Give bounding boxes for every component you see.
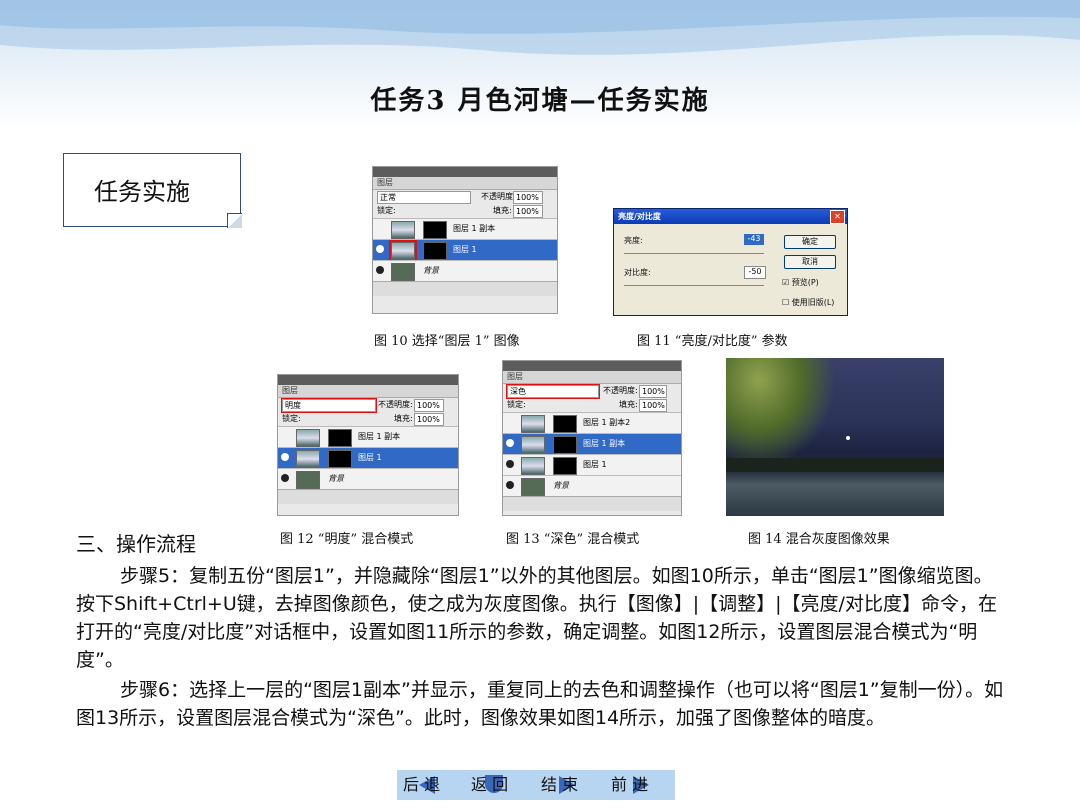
layer-row-background[interactable]: 背景 (278, 468, 458, 489)
layer-row-layer1[interactable]: 图层 1 (278, 447, 458, 468)
end-button[interactable]: 结 束 (541, 770, 578, 800)
layers-panel-fig13: 图层 深色 不透明度: 100% 锁定: 填充: 100% 图层 1 副本2 图… (502, 360, 682, 516)
navigation-bar: 后 退 返 回 结 束 前 进 (397, 770, 675, 800)
brightness-contrast-dialog: 亮度/对比度 ✕ 亮度: -43 对比度: -50 确定 取消 ☑ 预览(P) ☐… (613, 208, 848, 316)
fig14-caption: 图 14 混合灰度图像效果 (748, 532, 890, 547)
ok-button[interactable]: 确定 (784, 235, 836, 249)
preview-checkbox[interactable]: ☑ 预览(P) (782, 277, 819, 288)
layer-row-layer1[interactable]: 图层 1 (373, 239, 557, 262)
brightness-field[interactable]: -43 (744, 234, 764, 245)
layer-row-copy2[interactable]: 图层 1 副本2 (503, 412, 681, 433)
layer-row-copy[interactable]: 图层 1 副本 (278, 426, 458, 447)
close-icon[interactable]: ✕ (830, 210, 845, 224)
layers-panel-fig12: 图层 明度 不透明度: 100% 锁定: 填充: 100% 图层 1 副本 图层… (277, 374, 459, 516)
fill-label: 填充: (493, 206, 512, 215)
moonlit-pond-photo (726, 358, 944, 516)
moon-icon (846, 436, 850, 440)
fig12-caption: 图 12 “明度” 混合模式 (280, 532, 414, 547)
fig13-caption: 图 13 “深色” 混合模式 (506, 532, 640, 547)
contrast-label: 对比度: (624, 268, 651, 277)
fill-field[interactable]: 100% (513, 205, 543, 218)
fig11-caption: 图 11 “亮度/对比度” 参数 (637, 334, 788, 349)
panel-tab: 图层 (373, 177, 557, 190)
paragraph-step6: 步骤6：选择上一层的“图层1副本”并显示，重复同上的去色和调整操作（也可以将“图… (76, 679, 1004, 729)
lock-label: 锁定: (377, 206, 396, 215)
contrast-field[interactable]: -50 (744, 266, 766, 279)
task-callout-box: 任务实施 (63, 153, 242, 228)
blend-mode-select[interactable]: 深色 (506, 384, 600, 399)
brightness-label: 亮度: (624, 236, 643, 245)
cancel-button[interactable]: 取消 (784, 255, 836, 269)
layer-row-copy[interactable]: 图层 1 副本 (373, 218, 557, 239)
contrast-slider[interactable] (624, 285, 764, 286)
back-button[interactable]: 后 退 (403, 770, 440, 800)
callout-fold (227, 213, 242, 228)
blend-mode-select[interactable]: 明度 (281, 398, 377, 413)
blend-mode-select[interactable]: 正常 (377, 191, 471, 204)
fig10-caption: 图 10 选择“图层 1” 图像 (374, 334, 520, 349)
brightness-slider[interactable] (624, 253, 764, 254)
opacity-label: 不透明度: (481, 192, 516, 201)
forward-button[interactable]: 前 进 (611, 770, 648, 800)
dialog-title: 亮度/对比度 (618, 212, 661, 221)
layer-row-copy[interactable]: 图层 1 副本 (503, 433, 681, 454)
return-button[interactable]: 返 回 (471, 770, 508, 800)
section-heading: 三、操作流程 (76, 532, 196, 556)
slide-title: 任务3 月色河塘—任务实施 (370, 86, 710, 116)
opacity-field[interactable]: 100% (513, 191, 543, 204)
paragraph-step5: 步骤5：复制五份“图层1”，并隐藏除“图层1”以外的其他图层。如图10所示，单击… (76, 565, 997, 671)
layer-row-layer1[interactable]: 图层 1 (503, 454, 681, 475)
callout-label: 任务实施 (94, 178, 190, 206)
layer-row-background[interactable]: 背景 (503, 475, 681, 496)
layers-panel-fig10: 图层 正常 不透明度: 100% 锁定: 填充: 100% 图层 1 副本 图层… (372, 166, 558, 314)
layer-row-background[interactable]: 背景 (373, 260, 557, 281)
legacy-checkbox[interactable]: ☐ 使用旧版(L) (782, 297, 834, 308)
